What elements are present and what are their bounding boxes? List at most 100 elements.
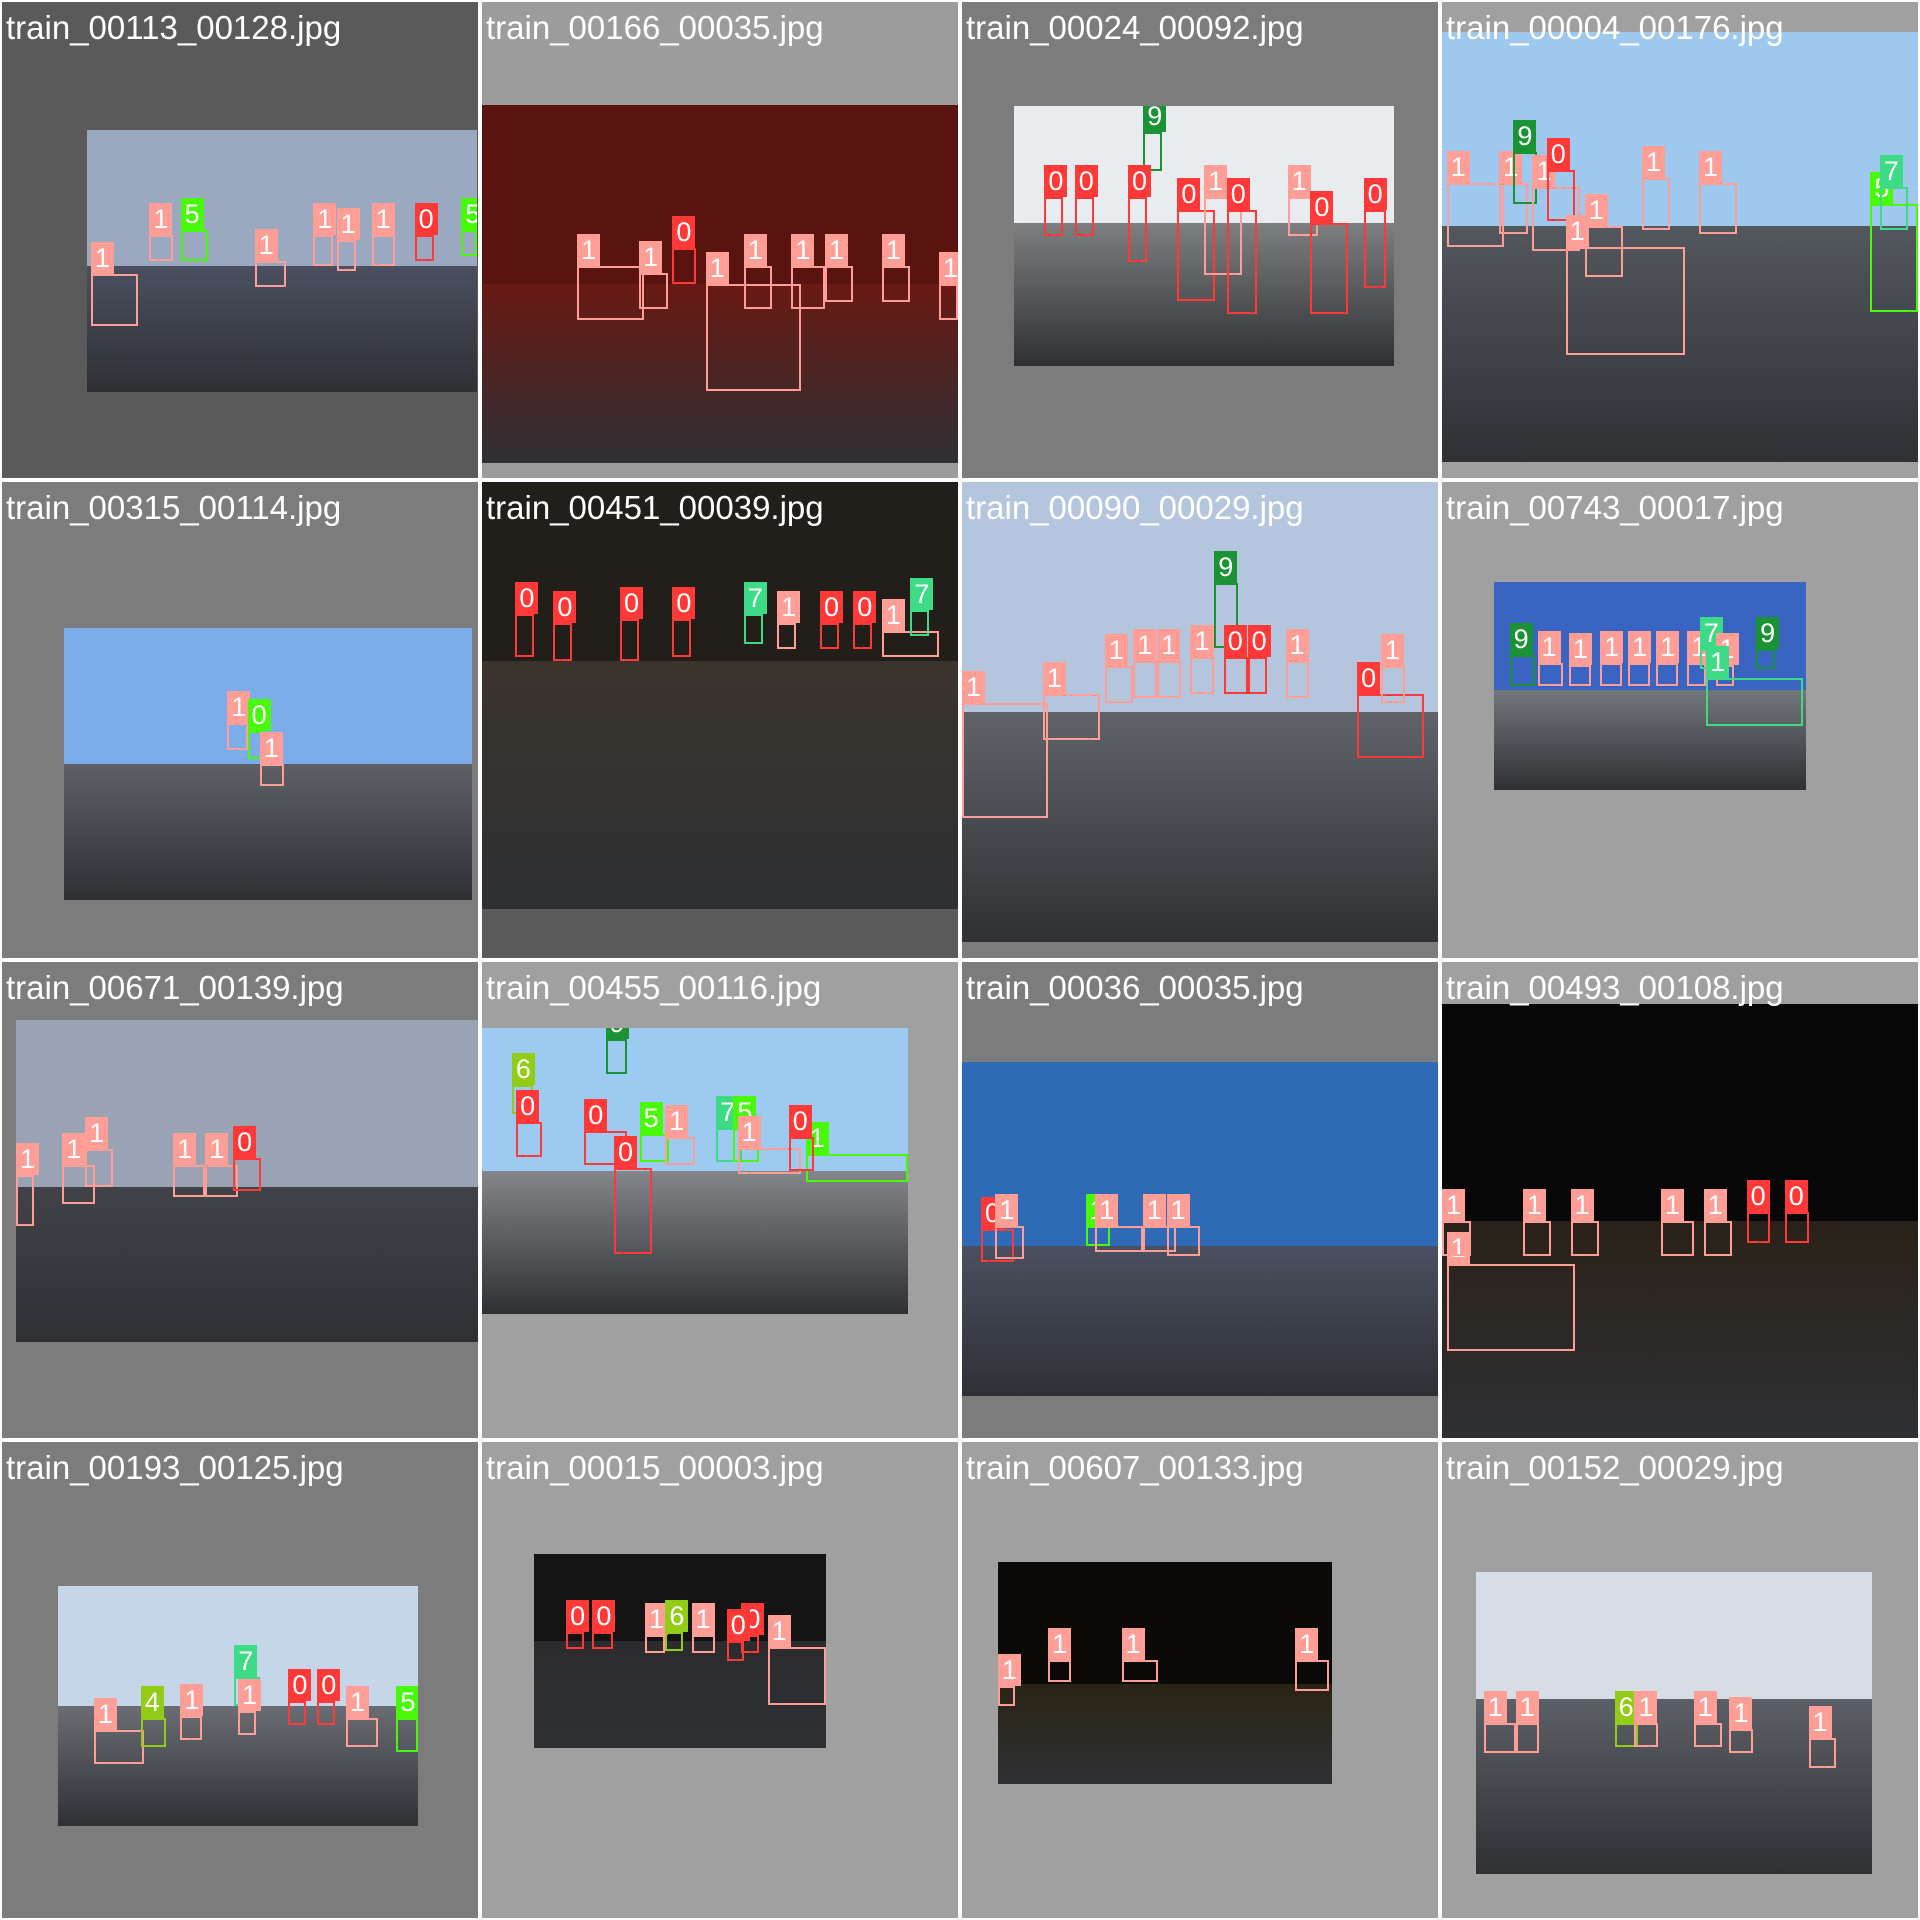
detection-box: [1223, 656, 1248, 694]
image-tile: 1 1 1 1 1 1 0 0 train_00493_00108.jpg: [1442, 962, 1918, 1438]
detection-box: [1756, 648, 1775, 670]
class-label: 1: [180, 1683, 204, 1716]
detection-box: [614, 1168, 653, 1254]
class-label: 1: [824, 234, 848, 267]
class-label: 0: [553, 590, 577, 623]
class-label: 1: [1570, 1189, 1594, 1221]
street-scene-photo: 115111105: [87, 130, 477, 392]
class-label: 7: [910, 578, 934, 611]
class-label: 1: [665, 1104, 689, 1137]
class-label: 1: [238, 1678, 262, 1711]
detection-box: [1784, 1212, 1809, 1243]
class-label: 5: [461, 197, 477, 230]
class-label: 1: [777, 590, 801, 623]
detection-box: [317, 1701, 336, 1726]
detection-box: [995, 1225, 1024, 1260]
class-label: 0: [515, 582, 539, 615]
detection-box: [1247, 656, 1267, 694]
class-label: 1: [90, 242, 114, 275]
detection-box: [1703, 1221, 1733, 1256]
class-label: 0: [1357, 661, 1381, 694]
image-tile: 011111 train_00036_00035.jpg: [962, 962, 1438, 1438]
detection-box: [414, 234, 435, 261]
image-filename: train_00743_00017.jpg: [1446, 489, 1784, 526]
class-label: 1: [85, 1116, 109, 1149]
image-tile: 1 1 9 1 0 1 1 1 1 5 7 train_00004_00176.jpg: [1442, 2, 1918, 478]
class-label: 1: [1157, 629, 1181, 662]
detection-box: [1509, 654, 1535, 686]
street-scene-photo: 00161010: [534, 1554, 826, 1748]
photo-sky: [482, 1028, 908, 1171]
detection-box: [805, 1153, 908, 1183]
detection-box: [396, 1718, 418, 1752]
detection-box: [238, 1710, 256, 1735]
detection-box: [1095, 1225, 1143, 1253]
detection-box: [233, 1158, 261, 1191]
detection-box: [1104, 666, 1134, 703]
street-scene-photo: 11910111157: [1442, 32, 1918, 462]
image-tile: 0 0 0 0 7 1 0 0 1 7 train_00451_00039.jpg: [482, 482, 958, 958]
class-label: 1: [1095, 1193, 1119, 1226]
class-label: 1: [691, 1603, 715, 1636]
class-label: 1: [1295, 1627, 1319, 1660]
detection-box: [1133, 661, 1158, 699]
class-label: 1: [737, 1116, 761, 1149]
class-label: 1: [149, 202, 173, 235]
class-label: 5: [396, 1686, 418, 1718]
image-filename: train_00152_00029.jpg: [1446, 1449, 1784, 1486]
image-tile: 1 1 6 1 1 1 1 train_00152_00029.jpg: [1442, 1442, 1918, 1918]
detection-box: [1628, 663, 1650, 686]
detection-box: [254, 261, 286, 288]
detection-box: [516, 1122, 542, 1157]
photo-road: [962, 1245, 1438, 1396]
detection-box: [1042, 693, 1101, 740]
detection-box: [910, 610, 930, 636]
class-label: 1: [1042, 661, 1066, 694]
detection-box: [1546, 169, 1576, 222]
detection-box: [1522, 1221, 1552, 1256]
detection-box: [90, 274, 138, 327]
class-label: 9: [1509, 622, 1533, 655]
detection-box: [767, 1647, 826, 1706]
detection-box: [743, 266, 773, 310]
detection-box: [288, 1701, 307, 1726]
class-label: 1: [254, 229, 278, 261]
detection-box: [1699, 182, 1738, 235]
class-label: 1: [1204, 165, 1228, 197]
class-label: 0: [233, 1126, 257, 1159]
detection-box: [1693, 1723, 1722, 1748]
photo-road: [482, 661, 958, 909]
detection-box: [592, 1631, 613, 1650]
class-label: 9: [605, 1028, 629, 1040]
detection-box: [938, 284, 958, 320]
detection-box: [1226, 210, 1258, 314]
class-label: 1: [173, 1132, 197, 1165]
class-label: 0: [672, 586, 696, 619]
class-label: 1: [371, 202, 395, 235]
street-scene-photo: 960005175110: [482, 1028, 908, 1314]
street-scene-photo: 011111: [962, 1062, 1438, 1396]
class-label: 4: [140, 1686, 164, 1718]
street-scene-photo: 111110: [16, 1020, 478, 1342]
image-filename: train_00015_00003.jpg: [486, 1449, 824, 1486]
detection-box: [461, 229, 477, 256]
detection-box: [1442, 1221, 1471, 1256]
class-label: 1: [995, 1193, 1019, 1226]
class-label: 0: [584, 1098, 608, 1131]
class-label: 1: [1600, 631, 1624, 664]
street-scene-photo: 1161111: [1476, 1572, 1872, 1874]
class-label: 0: [1546, 137, 1570, 170]
photo-sky: [962, 1062, 1438, 1246]
class-label: 1: [1483, 1691, 1507, 1723]
detection-box: [743, 614, 763, 645]
image-filename: train_00090_00029.jpg: [966, 489, 1304, 526]
image-tile: 1 1 0 1 1 1 1 1 1 train_00166_00035.jpg: [482, 2, 958, 478]
class-label: 7: [1879, 154, 1903, 187]
class-label: 0: [566, 1599, 590, 1632]
image-filename: train_00315_00114.jpg: [6, 489, 342, 526]
class-label: 1: [1628, 631, 1652, 664]
detection-box: [672, 618, 692, 658]
image-tile: 1 1 1 1 train_00607_00133.jpg: [962, 1442, 1438, 1918]
detection-box: [180, 1715, 202, 1740]
class-label: 0: [672, 216, 696, 249]
